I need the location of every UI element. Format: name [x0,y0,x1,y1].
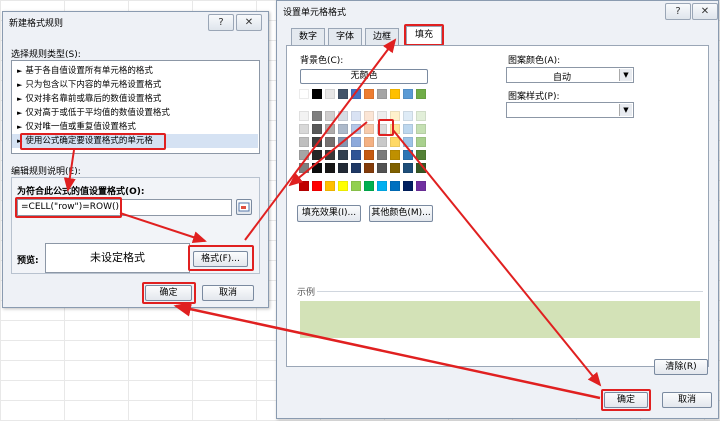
annotation-arrows [63,38,602,400]
arrow-formula-to-format [119,212,207,243]
arrow-color-to-sample [288,121,368,187]
arrow-color-to-ok [392,129,602,387]
arrow-format-to-fill-tab [244,38,397,241]
arrow-rule-to-formula [63,149,76,192]
arrow-ok-to-left-ok [173,301,601,400]
